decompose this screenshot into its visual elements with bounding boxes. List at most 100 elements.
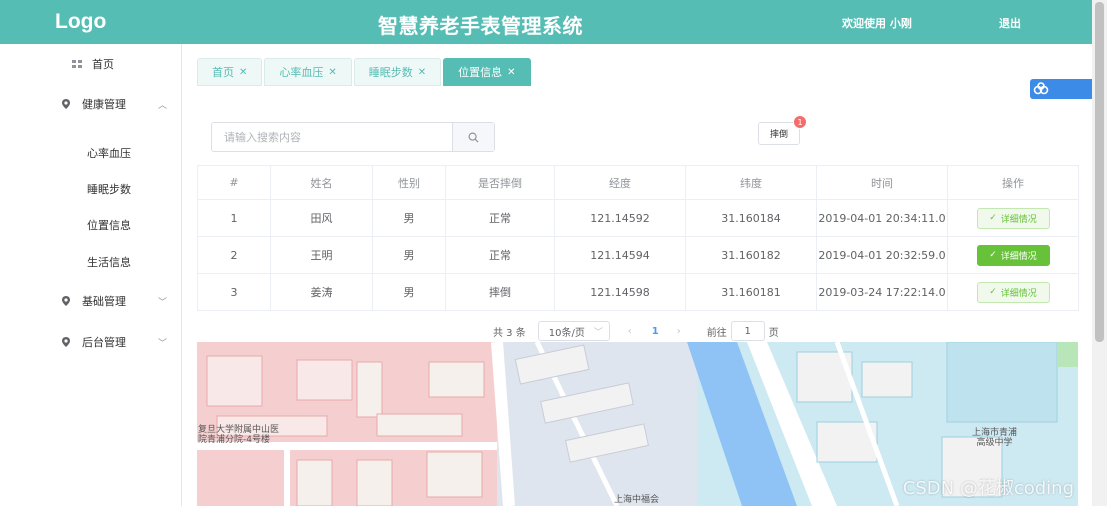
sidebar-item-heart-rate[interactable]: 心率血压 <box>0 138 181 168</box>
name-cell: 王明 <box>270 236 373 274</box>
logout-button[interactable]: 退出 <box>999 15 1021 31</box>
row-number: 2 <box>197 236 271 274</box>
map-view[interactable]: 复旦大学附属中山医 院青浦分院-4号楼 上海市青浦 高级中学 上海中福会 CSD… <box>197 342 1078 506</box>
goto-page-input[interactable] <box>730 321 765 341</box>
map-label: 上海中福会 <box>614 495 660 505</box>
sidebar-item-label: 后台管理 <box>82 336 126 349</box>
goto-unit: 页 <box>768 327 779 339</box>
detail-button-label: 详细情况 <box>1000 214 1037 225</box>
sidebar-item-label: 基础管理 <box>82 295 126 308</box>
detail-button-label: 详细情况 <box>1000 251 1037 262</box>
page-number[interactable]: 1 <box>652 326 659 337</box>
fall-status-cell: 摔倒 <box>445 273 555 311</box>
next-page-button[interactable]: › <box>677 326 681 337</box>
logo: Logo <box>55 10 107 33</box>
tab-location[interactable]: 位置信息 ✕ <box>443 58 531 86</box>
close-icon[interactable]: ✕ <box>328 67 336 78</box>
check-icon: ✓ <box>989 287 997 297</box>
close-icon[interactable]: ✕ <box>239 67 247 78</box>
page-size-value: 10条/页 <box>548 327 585 339</box>
search-input[interactable] <box>212 123 453 151</box>
map-label: 复旦大学附属中山医 院青浦分院-4号楼 <box>198 425 279 445</box>
check-icon: ✓ <box>989 213 997 223</box>
detail-button[interactable]: ✓ 详细情况 <box>976 207 1050 229</box>
page-size-select[interactable]: 10条/页 ﹀ <box>537 321 610 341</box>
action-cell: ✓ 详细情况 <box>947 236 1079 274</box>
welcome-text: 欢迎使用 小刚 <box>842 17 912 30</box>
total-count: 共 3 条 <box>493 327 526 339</box>
tab-bar: 首页 ✕ 心率血压 ✕ 睡眠步数 ✕ 位置信息 ✕ <box>197 58 533 86</box>
app-title: 智慧养老手表管理系统 <box>378 14 583 38</box>
chevron-down-icon: ﹀ <box>158 338 168 349</box>
tab-label: 位置信息 <box>458 66 503 79</box>
name-cell: 田风 <box>270 199 373 237</box>
action-cell: ✓ 详细情况 <box>947 199 1079 237</box>
tab-home[interactable]: 首页 ✕ <box>197 58 263 86</box>
tab-heart-rate[interactable]: 心率血压 ✕ <box>264 58 352 86</box>
map-label-line: 上海市青浦 <box>972 428 1018 438</box>
table-header-row: # 姓名 性别 是否摔倒 经度 纬度 时间 操作 <box>197 165 1079 200</box>
search-box <box>211 122 495 152</box>
sidebar-item-life[interactable]: 生活信息 <box>0 247 181 277</box>
cloud-icon <box>1033 82 1049 95</box>
sidebar-item-basic[interactable]: 基础管理 ﹀ <box>0 286 181 316</box>
name-cell: 姜涛 <box>270 273 373 311</box>
close-icon[interactable]: ✕ <box>418 67 426 78</box>
detail-button[interactable]: ✓ 详细情况 <box>976 281 1050 303</box>
sidebar-item-label: 心率血压 <box>87 147 131 160</box>
top-header: Logo 智慧养老手表管理系统 欢迎使用 小刚 退出 <box>0 0 1092 44</box>
column-header: 时间 <box>816 165 948 200</box>
column-header: 经度 <box>554 165 686 200</box>
scrollbar-thumb[interactable] <box>1095 2 1104 342</box>
sidebar-item-label: 睡眠步数 <box>87 183 131 196</box>
time-cell: 2019-04-01 20:32:59.0 <box>816 236 948 274</box>
tab-label: 心率血压 <box>279 66 324 79</box>
prev-page-button[interactable]: ‹ <box>628 326 632 337</box>
column-header: # <box>197 165 271 200</box>
sidebar-item-home[interactable]: 首页 <box>0 49 181 79</box>
latitude-cell: 31.160182 <box>685 236 817 274</box>
tab-sleep[interactable]: 睡眠步数 ✕ <box>353 58 442 86</box>
column-header: 是否摔倒 <box>445 165 555 200</box>
location-icon <box>62 99 70 109</box>
location-icon <box>62 337 70 347</box>
chevron-down-icon: ﹀ <box>158 297 168 308</box>
sidebar-item-backend[interactable]: 后台管理 ﹀ <box>0 327 181 357</box>
map-label-line: 院青浦分院-4号楼 <box>198 435 270 445</box>
longitude-cell: 121.14594 <box>554 236 686 274</box>
sidebar-item-label: 生活信息 <box>87 256 131 269</box>
sidebar-item-location[interactable]: 位置信息 <box>0 210 181 240</box>
gender-cell: 男 <box>372 273 446 311</box>
row-number: 3 <box>197 273 271 311</box>
time-cell: 2019-03-24 17:22:14.0 <box>816 273 948 311</box>
tab-label: 睡眠步数 <box>368 66 413 79</box>
table-row: 2 王明 男 正常 121.14594 31.160182 2019-04-01… <box>197 236 1079 274</box>
fall-status-cell: 正常 <box>445 236 555 274</box>
sidebar-item-sleep[interactable]: 睡眠步数 <box>0 174 181 204</box>
tab-label: 首页 <box>212 66 234 79</box>
goto-label: 前往 <box>706 327 727 339</box>
latitude-cell: 31.160181 <box>685 273 817 311</box>
gender-cell: 男 <box>372 236 446 274</box>
fall-count-badge: 1 <box>793 115 807 129</box>
column-header: 操作 <box>947 165 1079 200</box>
sidebar-item-label: 位置信息 <box>87 219 131 232</box>
gender-cell: 男 <box>372 199 446 237</box>
row-number: 1 <box>197 199 271 237</box>
action-cell: ✓ 详细情况 <box>947 273 1079 311</box>
time-cell: 2019-04-01 20:34:11.0 <box>816 199 948 237</box>
page-scrollbar[interactable] <box>1092 0 1107 506</box>
map-label: 上海市青浦 高级中学 <box>972 428 1017 448</box>
sidebar-item-label: 健康管理 <box>82 98 126 111</box>
search-icon <box>468 132 479 143</box>
close-icon[interactable]: ✕ <box>507 67 515 78</box>
longitude-cell: 121.14592 <box>554 199 686 237</box>
search-button[interactable] <box>452 123 494 151</box>
grid-icon <box>72 60 82 68</box>
sidebar: 首页 健康管理 ︿ 心率血压 睡眠步数 位置信息 生活信息 基础管理 ﹀ 后台管… <box>0 44 182 506</box>
map-label-line: 高级中学 <box>976 438 1013 448</box>
chevron-up-icon: ︿ <box>158 100 168 111</box>
latitude-cell: 31.160184 <box>685 199 817 237</box>
detail-button[interactable]: ✓ 详细情况 <box>976 244 1050 266</box>
sidebar-item-health[interactable]: 健康管理 ︿ <box>0 89 181 119</box>
